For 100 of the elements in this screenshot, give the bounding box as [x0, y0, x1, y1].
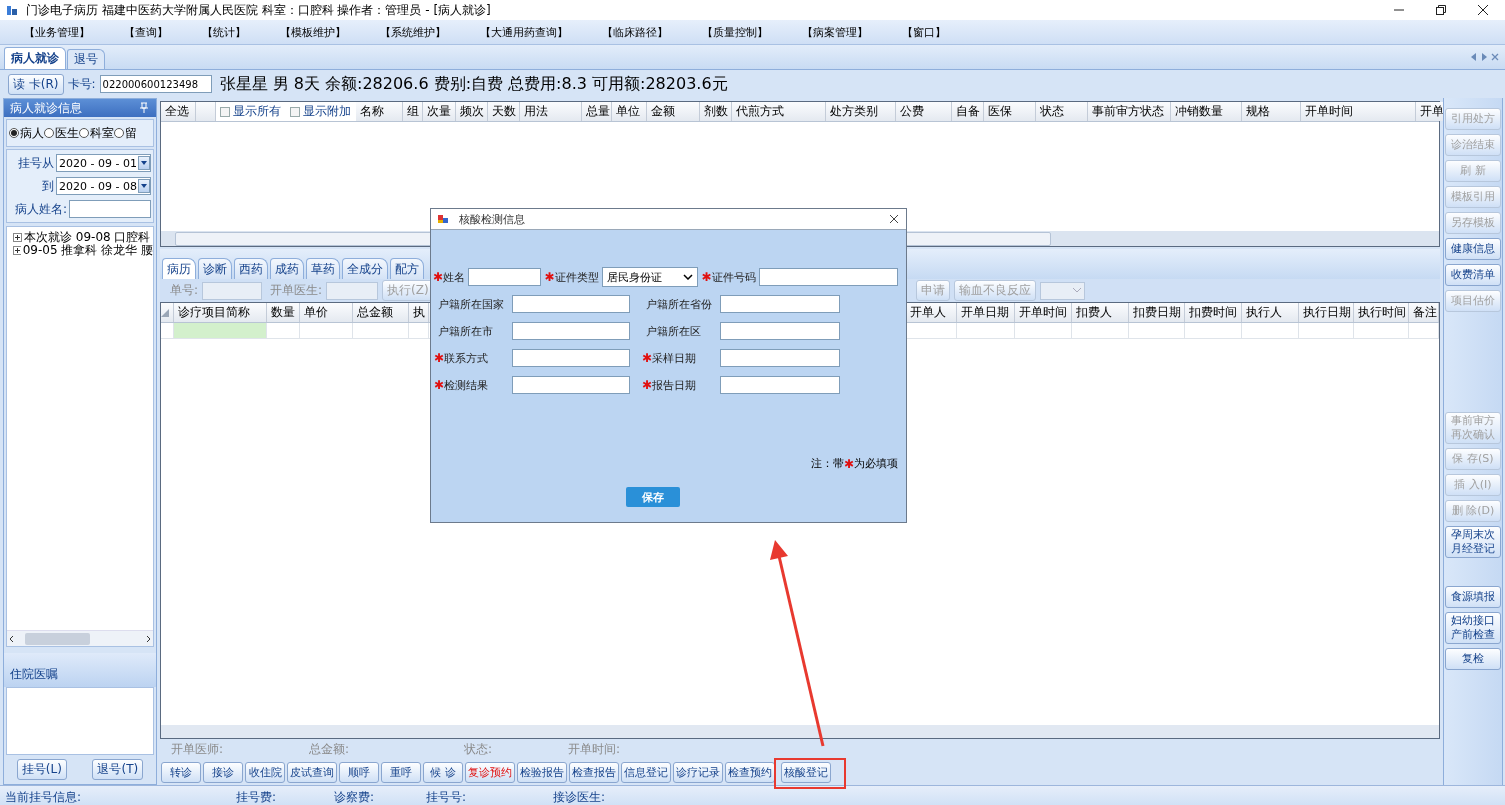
info-label: 开单时间:	[568, 741, 621, 756]
status-label: 接诊医生:	[553, 789, 606, 804]
dialog-title: 核酸检测信息	[459, 211, 526, 227]
field-label: ✱检测结果	[434, 377, 489, 393]
menu-item[interactable]: 【模板维护】	[270, 24, 356, 40]
read-card-button[interactable]: 读 卡(R)	[8, 73, 64, 95]
action-button[interactable]: 候 诊	[423, 761, 463, 783]
card-number-field[interactable]: 022000600123498	[99, 75, 212, 93]
action-button[interactable]: 检查报告	[569, 761, 619, 783]
column-header: 执	[409, 303, 429, 322]
menu-item[interactable]: 【统计】	[192, 24, 256, 40]
field-label: ✱采样日期	[642, 350, 697, 366]
column-header: 执行日期	[1299, 303, 1354, 322]
tab[interactable]: 成药	[270, 258, 304, 279]
radio-option[interactable]: 医生	[44, 124, 79, 142]
action-button[interactable]: 转诊	[161, 761, 201, 783]
tab[interactable]: 病历	[162, 258, 196, 279]
column-header: 剂数	[700, 102, 732, 121]
column-header: 开单日期	[957, 303, 1015, 322]
radio-option[interactable]: 病人	[9, 124, 44, 142]
column-header: 开单时间	[1015, 303, 1072, 322]
field-label: ✱联系方式	[434, 350, 489, 366]
order-number-label: 单号:	[170, 282, 199, 299]
action-button[interactable]: 检验报告	[517, 761, 567, 783]
column-header: 处方类别	[826, 102, 896, 121]
side-button[interactable]: 复检	[1445, 648, 1501, 670]
side-button[interactable]: 食源填报	[1445, 586, 1501, 608]
tab[interactable]: 退号	[67, 49, 105, 69]
column-header: 次量	[423, 102, 456, 121]
tab[interactable]: 西药	[234, 258, 268, 279]
side-button[interactable]: 健康信息	[1445, 238, 1501, 260]
column-header: 天数	[488, 102, 520, 121]
menu-item[interactable]: 【质量控制】	[692, 24, 778, 40]
tab[interactable]: 配方	[390, 258, 424, 279]
column-header: 开单	[1416, 102, 1445, 121]
action-button[interactable]: 重呼	[381, 761, 421, 783]
column-header: 名称	[356, 102, 403, 121]
action-button[interactable]: 检查预约	[725, 761, 775, 783]
date-picker[interactable]: 2020 - 09 - 01	[56, 154, 151, 172]
date-picker[interactable]: 2020 - 09 - 08	[56, 177, 151, 195]
side-button[interactable]: 孕周末次月经登记	[1445, 526, 1501, 558]
side-button[interactable]: 收费清单	[1445, 264, 1501, 286]
column-header: 单价	[300, 303, 353, 322]
column-header: 执行人	[1242, 303, 1299, 322]
tab[interactable]: 草药	[306, 258, 340, 279]
column-header: 规格	[1242, 102, 1301, 121]
id-type-select[interactable]: 居民身份证	[601, 267, 698, 287]
column-header: 总量	[582, 102, 612, 121]
column-header: 单位	[612, 102, 647, 121]
action-button[interactable]: 收住院	[245, 761, 285, 783]
radio-option[interactable]: 科室	[79, 124, 114, 142]
required-note: 注：带✱为必填项	[810, 456, 898, 471]
column-header: 医保	[984, 102, 1036, 121]
action-button[interactable]: 顺呼	[339, 761, 379, 783]
action-button[interactable]: 核酸登记	[781, 761, 831, 783]
column-header: 开单时间	[1301, 102, 1416, 121]
card-label: 卡号:	[67, 75, 96, 93]
menu-item[interactable]: 【临床路径】	[592, 24, 678, 40]
field-label: 户籍所在区	[645, 323, 702, 339]
tree-item[interactable]: 本次就诊 09-08 口腔科	[7, 231, 153, 244]
column-header: 用法	[520, 102, 582, 121]
menu-item[interactable]: 【查询】	[114, 24, 178, 40]
info-label: 总金额:	[309, 741, 350, 756]
menu-item[interactable]: 【业务管理】	[14, 24, 100, 40]
tab[interactable]: 全成分	[342, 258, 388, 279]
doctor-label: 开单医生:	[270, 282, 323, 299]
date-label: 到	[42, 177, 54, 195]
column-header: 自备	[952, 102, 984, 121]
tree-item[interactable]: 09-05 推拿科 徐龙华 腰	[7, 244, 153, 257]
menu-item[interactable]: 【病案管理】	[792, 24, 878, 40]
tab[interactable]: 病人就诊	[4, 47, 66, 69]
field-label: 户籍所在市	[437, 323, 494, 339]
field-label: ✱姓名	[433, 269, 465, 285]
column-header: 扣费日期	[1129, 303, 1185, 322]
menu-item[interactable]: 【大通用药查询】	[470, 24, 578, 40]
field-label: ✱报告日期	[642, 377, 697, 393]
date-label: 挂号从	[18, 154, 54, 172]
side-button[interactable]: 妇幼接口产前检查	[1445, 612, 1501, 644]
radio-option[interactable]: 留	[114, 124, 137, 142]
action-button[interactable]: 接诊	[203, 761, 243, 783]
column-header: 状态	[1036, 102, 1088, 121]
register-button[interactable]: 退号(T)	[92, 759, 144, 780]
column-header: 总金额	[353, 303, 409, 322]
action-button[interactable]: 诊疗记录	[673, 761, 723, 783]
field-label: ✱证件号码	[701, 269, 756, 285]
menu-item[interactable]: 【窗口】	[892, 24, 956, 40]
column-header: 组	[403, 102, 423, 121]
action-button[interactable]: 信息登记	[621, 761, 671, 783]
column-header: 扣费人	[1072, 303, 1129, 322]
checkbox[interactable]: 显示所有	[220, 103, 281, 120]
action-button[interactable]: 皮试查询	[287, 761, 337, 783]
column-header: 开单人	[906, 303, 957, 322]
tab[interactable]: 诊断	[198, 258, 232, 279]
field-label: 户籍所在省份	[645, 296, 713, 312]
checkbox[interactable]: 显示附加	[290, 103, 351, 120]
info-label: 开单医师:	[171, 741, 224, 756]
menu-item[interactable]: 【系统维护】	[370, 24, 456, 40]
column-header: 金额	[647, 102, 700, 121]
action-button[interactable]: 复诊预约	[465, 761, 515, 783]
register-button[interactable]: 挂号(L)	[16, 759, 67, 780]
